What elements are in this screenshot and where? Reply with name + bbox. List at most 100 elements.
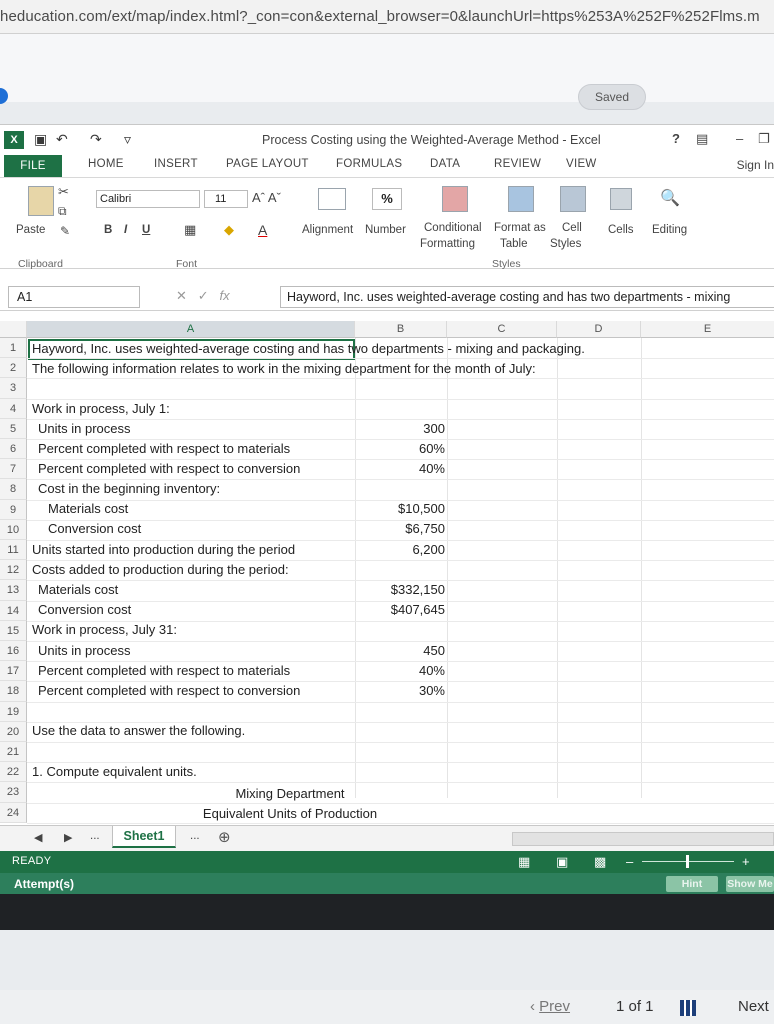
browser-url-bar[interactable]: heducation.com/ext/map/index.html?_con=c… xyxy=(0,0,774,34)
cell-a16[interactable]: Units in process xyxy=(38,641,130,661)
cell-styles-line1[interactable]: Cell xyxy=(562,222,582,234)
cell-a9[interactable]: Materials cost xyxy=(48,499,128,519)
conditional-formatting-icon[interactable] xyxy=(442,186,468,212)
cell-a1[interactable]: Hayword, Inc. uses weighted-average cost… xyxy=(32,339,585,359)
row-header[interactable]: 2 xyxy=(0,358,27,379)
zoom-slider-thumb[interactable] xyxy=(686,855,689,868)
tab-data[interactable]: DATA xyxy=(430,158,460,170)
column-header-a[interactable]: A xyxy=(27,321,355,338)
row-header[interactable]: 5 xyxy=(0,418,27,439)
column-header-c[interactable]: C xyxy=(447,321,557,338)
tab-home[interactable]: HOME xyxy=(88,158,124,170)
cell-styles-icon[interactable] xyxy=(560,186,586,212)
column-header-e[interactable]: E xyxy=(641,321,774,338)
cell-a22[interactable]: 1. Compute equivalent units. xyxy=(32,762,197,782)
redo-icon[interactable]: ↷ xyxy=(90,131,102,148)
number-button[interactable]: Number xyxy=(365,224,406,236)
sheet-ellipsis-right[interactable]: ... xyxy=(190,830,200,842)
alignment-button[interactable]: Alignment xyxy=(302,224,353,236)
cell-a13[interactable]: Materials cost xyxy=(38,580,118,600)
spreadsheet-grid[interactable]: A B C D E Hayword, Inc. uses weighted-av… xyxy=(0,321,774,851)
save-icon[interactable]: ▣ xyxy=(34,131,47,148)
cut-icon[interactable]: ✂ xyxy=(58,184,69,200)
help-button[interactable]: ? xyxy=(672,131,680,146)
formula-controls-icon[interactable]: ✕ ✓ fx xyxy=(176,288,230,304)
cell-styles-line2[interactable]: Styles xyxy=(550,238,581,250)
horizontal-scrollbar[interactable] xyxy=(512,832,774,846)
row-header[interactable]: 12 xyxy=(0,560,27,581)
cell-b16[interactable]: 450 xyxy=(340,641,445,661)
tab-file[interactable]: FILE xyxy=(4,155,62,177)
fill-color-icon[interactable]: ◆ xyxy=(224,222,234,238)
row-header[interactable]: 10 xyxy=(0,519,27,540)
cell-a2[interactable]: The following information relates to wor… xyxy=(32,359,536,379)
cell-a18[interactable]: Percent completed with respect to conver… xyxy=(38,681,300,701)
column-header-b[interactable]: B xyxy=(355,321,447,338)
row-header[interactable]: 3 xyxy=(0,378,27,399)
page-layout-view-icon[interactable]: ▣ xyxy=(556,854,568,870)
cell-b9[interactable]: $10,500 xyxy=(340,499,445,519)
sign-in-link[interactable]: Sign In xyxy=(737,158,774,172)
formula-input[interactable]: Hayword, Inc. uses weighted-average cost… xyxy=(280,286,774,308)
cell-a11[interactable]: Units started into production during the… xyxy=(32,540,295,560)
editing-button[interactable]: Editing xyxy=(652,224,687,236)
question-grid-icon[interactable] xyxy=(680,1000,696,1016)
prev-button[interactable]: ‹ Prev xyxy=(530,998,570,1015)
tab-view[interactable]: VIEW xyxy=(566,158,597,170)
cell-a14[interactable]: Conversion cost xyxy=(38,600,131,620)
row-header[interactable]: 20 xyxy=(0,721,27,742)
cell-b5[interactable]: 300 xyxy=(340,419,445,439)
row-header[interactable]: 18 xyxy=(0,681,27,702)
row-header[interactable]: 6 xyxy=(0,439,27,460)
undo-icon[interactable]: ↶ xyxy=(56,131,68,148)
cell-a7[interactable]: Percent completed with respect to conver… xyxy=(38,459,300,479)
cell-a4[interactable]: Work in process, July 1: xyxy=(32,399,170,419)
copy-icon[interactable]: ⧉ xyxy=(58,204,67,219)
tab-page-layout[interactable]: PAGE LAYOUT xyxy=(226,158,309,170)
find-icon[interactable]: 🔍 xyxy=(660,188,680,208)
row-header[interactable]: 1 xyxy=(0,338,27,359)
format-as-table-icon[interactable] xyxy=(508,186,534,212)
normal-view-icon[interactable]: ▦ xyxy=(518,854,530,870)
next-button[interactable]: Next xyxy=(738,998,769,1015)
cell-a17[interactable]: Percent completed with respect to materi… xyxy=(38,661,290,681)
row-header[interactable]: 17 xyxy=(0,661,27,682)
row-header[interactable]: 22 xyxy=(0,762,27,783)
zoom-out-icon[interactable]: – xyxy=(626,854,633,869)
cell-b6[interactable]: 60% xyxy=(340,439,445,459)
scroll-left-icon[interactable]: ◀ xyxy=(34,831,42,844)
tab-formulas[interactable]: FORMULAS xyxy=(336,158,402,170)
underline-button[interactable]: U xyxy=(142,224,150,236)
borders-icon[interactable]: ▦ xyxy=(184,222,196,238)
format-painter-icon[interactable]: ✎ xyxy=(60,224,70,238)
cells-icon[interactable] xyxy=(610,188,632,210)
row-header[interactable]: 7 xyxy=(0,459,27,480)
row-header[interactable]: 9 xyxy=(0,499,27,520)
row-header[interactable]: 15 xyxy=(0,620,27,641)
cell-a6[interactable]: Percent completed with respect to materi… xyxy=(38,439,290,459)
sheet-tab-sheet1[interactable]: Sheet1 xyxy=(112,826,176,848)
row-header[interactable]: 24 xyxy=(0,802,27,823)
font-size-select[interactable]: 11 xyxy=(204,190,248,208)
cell-b17[interactable]: 40% xyxy=(340,661,445,681)
minimize-icon[interactable]: – xyxy=(736,131,743,146)
cell-b7[interactable]: 40% xyxy=(340,459,445,479)
cell-b10[interactable]: $6,750 xyxy=(340,519,445,539)
zoom-in-icon[interactable]: + xyxy=(742,854,750,869)
increase-font-icon[interactable]: Aˆ Aˇ xyxy=(252,190,281,205)
cell-a15[interactable]: Work in process, July 31: xyxy=(32,620,177,640)
alignment-icon[interactable] xyxy=(318,188,346,210)
italic-button[interactable]: I xyxy=(124,224,127,236)
scroll-right-icon[interactable]: ▶ xyxy=(64,831,72,844)
format-as-table-line2[interactable]: Table xyxy=(500,238,528,250)
cell-b14[interactable]: $407,645 xyxy=(340,600,445,620)
format-as-table-line1[interactable]: Format as xyxy=(494,222,546,234)
cell-a20[interactable]: Use the data to answer the following. xyxy=(32,721,245,741)
conditional-formatting-line2[interactable]: Formatting xyxy=(420,238,475,250)
ribbon-display-icon[interactable]: ▤ xyxy=(696,131,708,147)
cell-a23[interactable]: Mixing Department xyxy=(125,784,455,804)
nav-dot-icon[interactable] xyxy=(0,88,8,104)
select-all-corner[interactable] xyxy=(0,321,27,338)
restore-icon[interactable]: ❐ xyxy=(758,131,770,147)
row-header[interactable]: 21 xyxy=(0,742,27,763)
